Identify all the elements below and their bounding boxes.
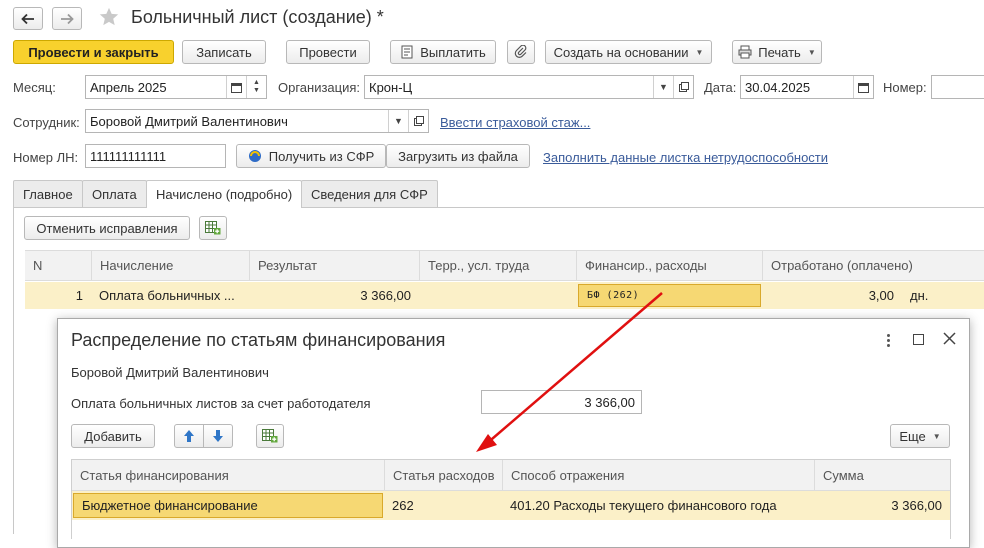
annotation-arrow xyxy=(476,292,663,452)
tab-accrued-detailed[interactable]: Начислено (подробно) xyxy=(146,180,303,208)
